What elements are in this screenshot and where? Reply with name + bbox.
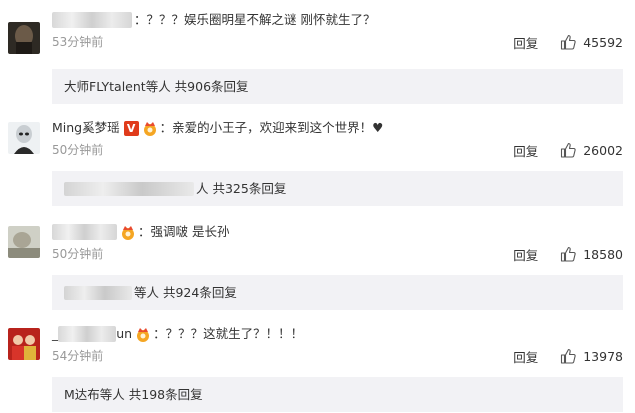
like-button[interactable]: 26002	[560, 142, 623, 158]
like-count: 13978	[583, 348, 623, 364]
username-redacted[interactable]	[58, 326, 117, 342]
comment-text: ：强调啵 是长孙	[138, 224, 230, 239]
thumbs-up-icon	[561, 142, 576, 158]
comment-time: 50分钟前	[52, 247, 104, 261]
avatar[interactable]	[8, 328, 40, 360]
reply-count: 等人 共198条回复	[99, 387, 203, 402]
replies-summary[interactable]: 大师FLYtalent 等人 共906条回复	[52, 69, 623, 104]
thumbs-up-icon	[561, 246, 576, 262]
comment-text: ：？？？娱乐圈明星不解之谜 刚怀就生了？	[134, 12, 376, 27]
reply-user[interactable]: 大师FLYtalent	[64, 69, 146, 104]
comment-actions: 回复 26002	[513, 140, 623, 160]
like-count: 45592	[583, 34, 623, 50]
thumbs-up-icon	[561, 34, 576, 50]
replies-summary[interactable]: 等人 共924条回复	[52, 275, 623, 310]
avatar-image	[8, 226, 40, 258]
comment-line: ：强调啵 是长孙	[52, 222, 229, 242]
reply-count: 等人 共924条回复	[134, 285, 237, 300]
comment-actions: 回复 13978	[513, 346, 623, 366]
comment-text: ：？？？这就生了？！！！	[153, 326, 304, 341]
crown-icon	[135, 327, 151, 342]
like-count: 26002	[583, 142, 623, 158]
crown-icon	[142, 121, 158, 136]
reply-user-redacted[interactable]	[64, 285, 132, 300]
replies-summary[interactable]: 人 共325条回复	[52, 171, 623, 206]
like-button[interactable]: 13978	[560, 348, 623, 364]
avatar[interactable]	[8, 122, 40, 154]
username-tail[interactable]: un	[116, 324, 132, 344]
comment-line: _ un ：？？？这就生了？！！！	[52, 324, 303, 344]
avatar[interactable]	[8, 226, 40, 258]
avatar-image	[8, 328, 40, 360]
avatar[interactable]	[8, 22, 40, 54]
comment-time: 54分钟前	[52, 349, 104, 363]
comment-line: ：？？？娱乐圈明星不解之谜 刚怀就生了？	[52, 10, 375, 30]
verified-badge: V	[123, 120, 139, 136]
username[interactable]: Ming奚梦瑶	[52, 118, 120, 138]
reply-button[interactable]: 回复	[513, 33, 538, 52]
reply-button[interactable]: 回复	[513, 245, 538, 264]
username-redacted[interactable]	[52, 224, 117, 240]
username-redacted[interactable]	[52, 12, 132, 28]
avatar-image	[8, 22, 40, 54]
avatar-image	[8, 122, 40, 154]
reply-button[interactable]: 回复	[513, 141, 538, 160]
reply-user[interactable]: M达布	[64, 377, 100, 412]
reply-count: 人 共325条回复	[196, 181, 287, 196]
reply-user-redacted[interactable]	[64, 181, 194, 196]
comment-line: Ming奚梦瑶 V ：亲爱的小王子，欢迎来到这个世界！♥	[52, 118, 383, 138]
replies-summary[interactable]: M达布 等人 共198条回复	[52, 377, 623, 412]
like-count: 18580	[583, 246, 623, 262]
reply-button[interactable]: 回复	[513, 347, 538, 366]
like-button[interactable]: 45592	[560, 34, 623, 50]
crown-icon	[120, 225, 136, 240]
comment-text: ：亲爱的小王子，欢迎来到这个世界！♥	[159, 120, 384, 135]
comment-actions: 回复 18580	[513, 244, 623, 264]
like-button[interactable]: 18580	[560, 246, 623, 262]
thumbs-up-icon	[561, 348, 576, 364]
comment-time: 53分钟前	[52, 35, 104, 49]
comment-actions: 回复 45592	[513, 32, 623, 52]
reply-count: 等人 共906条回复	[145, 79, 249, 94]
comment-time: 50分钟前	[52, 143, 104, 157]
